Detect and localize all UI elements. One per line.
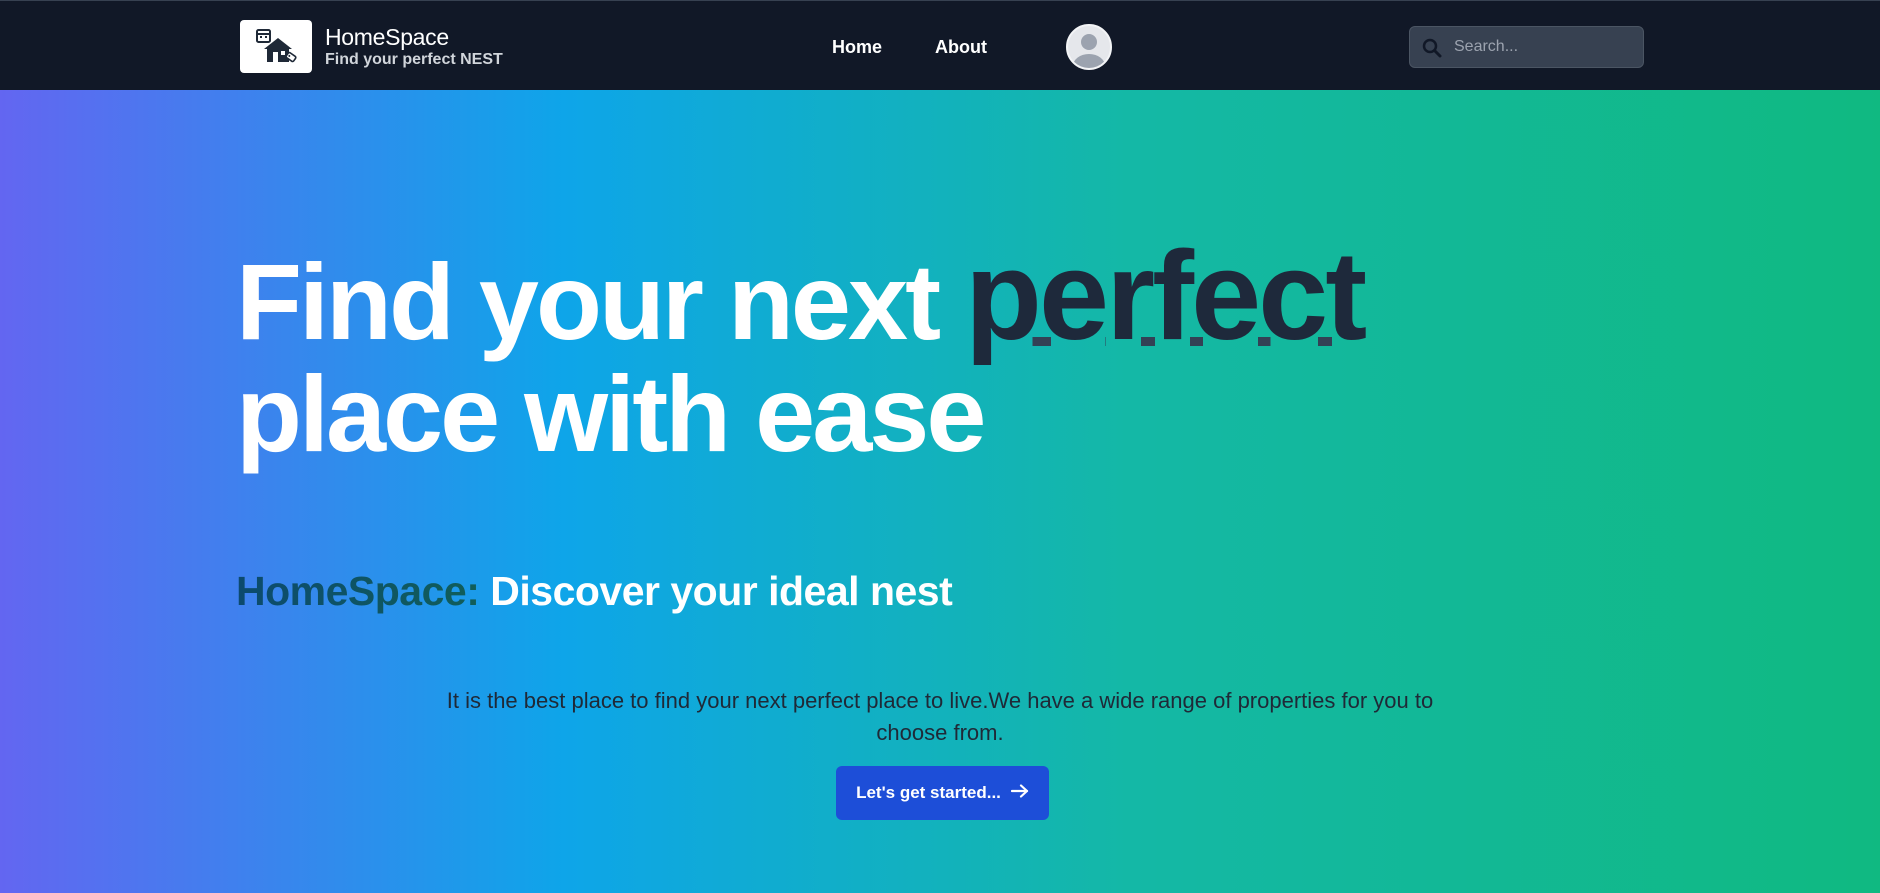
nav-link-home[interactable]: Home <box>832 35 882 59</box>
brand[interactable]: HomeSpace Find your perfect NEST <box>240 20 503 73</box>
search-icon <box>1422 38 1442 63</box>
search-box <box>1409 26 1644 68</box>
house-calendar-tag-icon[interactable] <box>240 20 312 73</box>
hero-description: It is the best place to find your next p… <box>446 688 1434 745</box>
brand-name: HomeSpace <box>325 23 449 50</box>
search-input[interactable] <box>1454 27 1639 67</box>
headline-end: place with ease <box>236 353 986 474</box>
get-started-button[interactable]: Let's get started... <box>836 766 1049 820</box>
hero-section: Find your next perfect place with ease H… <box>0 90 1880 893</box>
hero-subheading: HomeSpace: Discover your ideal nest <box>236 566 953 616</box>
brand-tagline: Find your perfect NEST <box>325 50 503 68</box>
subhead-text: Discover your ideal nest <box>490 568 953 614</box>
cta-label: Let's get started... <box>856 783 1001 802</box>
arrow-right-icon <box>1010 783 1029 803</box>
hero-headline: Find your next perfect place with ease <box>236 233 1636 470</box>
subhead-brand: HomeSpace: <box>236 568 480 614</box>
headline-start: Find your next <box>236 241 941 362</box>
headline-accent: perfect <box>965 225 1367 366</box>
nav-link-about[interactable]: About <box>935 35 987 59</box>
user-avatar-icon[interactable] <box>1066 24 1112 70</box>
navbar: HomeSpace Find your perfect NEST Home Ab… <box>0 0 1880 90</box>
